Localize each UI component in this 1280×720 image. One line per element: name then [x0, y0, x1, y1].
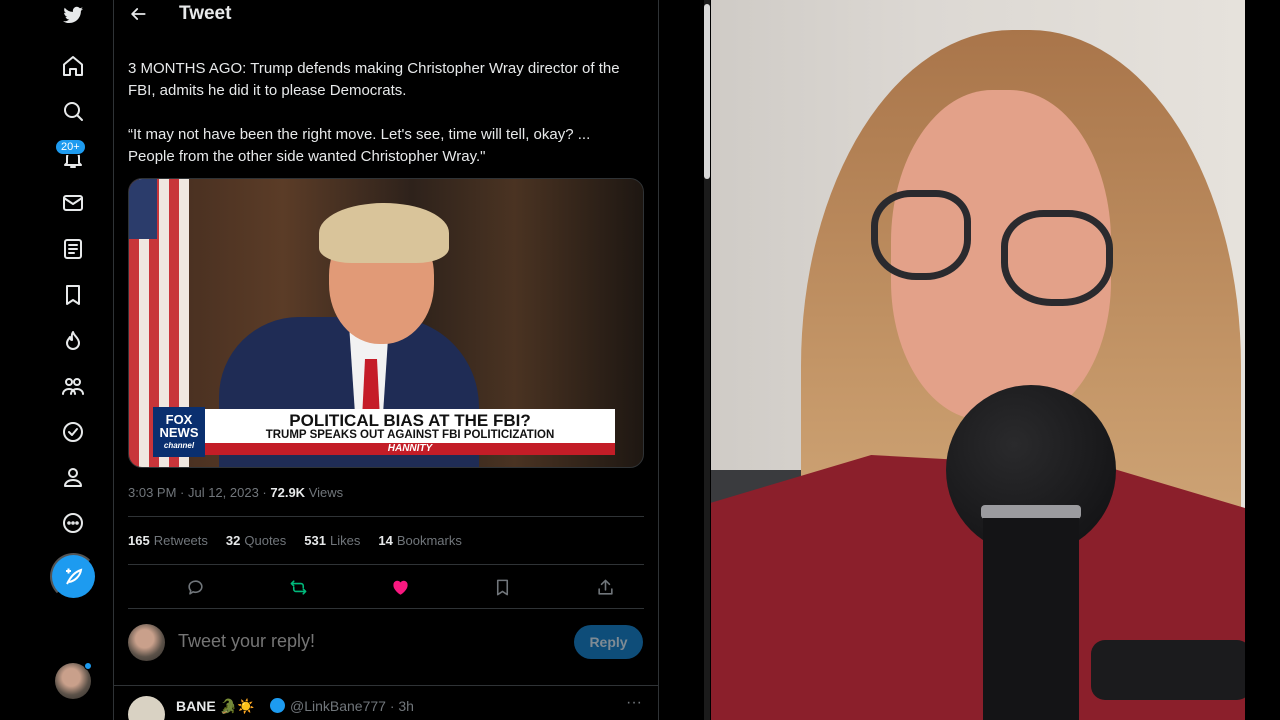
news-logo: FOX NEWS channel: [153, 407, 205, 457]
reply-author-handle: @LinkBane777 · 3h: [290, 698, 414, 714]
reply-input[interactable]: [178, 631, 558, 652]
speaker-hair: [319, 203, 449, 263]
verified-icon[interactable]: [58, 417, 88, 447]
mail-icon[interactable]: [58, 188, 88, 218]
more-circle-icon[interactable]: [58, 508, 88, 538]
tweet-text: 3 MONTHS AGO: Trump defends making Chris…: [128, 58, 638, 190]
status-dot: [84, 662, 92, 670]
engagement-stats: 165 Retweets 32 Quotes 531 Likes 14 Bookmark…: [128, 533, 462, 548]
divider: [128, 608, 644, 609]
flag-canton: [129, 179, 157, 239]
reply-author-name[interactable]: BANE 🐊☀️: [176, 698, 254, 715]
twitter-bird-icon[interactable]: [58, 0, 88, 30]
tweet-media-video[interactable]: FOX NEWS channel POLITICAL BIAS AT THE F…: [128, 178, 644, 468]
divider: [114, 685, 659, 686]
likes-stat[interactable]: 531 Likes: [304, 533, 360, 548]
tweet-paragraph-2: “It may not have been the right move. Le…: [128, 126, 591, 165]
page-header: Tweet: [114, 0, 659, 32]
like-icon[interactable]: [387, 574, 413, 600]
people-icon[interactable]: [58, 371, 88, 401]
show-name: HANNITY: [205, 443, 615, 455]
bookmark-action-icon[interactable]: [489, 574, 515, 600]
notification-badge: 20+: [55, 139, 86, 155]
tweet-paragraph-1: 3 MONTHS AGO: Trump defends making Chris…: [128, 60, 620, 99]
reply-button[interactable]: Reply: [574, 625, 643, 659]
share-icon[interactable]: [592, 574, 618, 600]
divider: [128, 564, 644, 565]
microphone-ring: [981, 505, 1081, 519]
logo-line-2: NEWS: [159, 425, 199, 440]
back-arrow-icon[interactable]: [128, 4, 152, 28]
news-lower-third: FOX NEWS channel POLITICAL BIAS AT THE F…: [153, 407, 617, 457]
reply-composer: Reply: [128, 623, 644, 663]
reply-tweet[interactable]: BANE 🐊☀️ @LinkBane777 · 3h ···: [128, 694, 644, 720]
tweet-timestamp[interactable]: 3:03 PM · Jul 12, 2023 ·: [128, 485, 267, 500]
retweets-stat[interactable]: 165 Retweets: [128, 533, 208, 548]
headline-box: POLITICAL BIAS AT THE FBI? TRUMP SPEAKS …: [205, 409, 615, 455]
microphone-arm: [1091, 640, 1245, 700]
feather-plus-icon: [65, 568, 82, 584]
page-title: Tweet: [179, 3, 232, 24]
tweet-column: Tweet 3 MONTHS AGO: Trump defends making…: [114, 0, 659, 720]
bookmarks-stat[interactable]: 14 Bookmarks: [378, 533, 462, 548]
glasses-left-lens: [871, 190, 971, 280]
headline: POLITICAL BIAS AT THE FBI?: [289, 411, 531, 430]
fire-icon[interactable]: [58, 326, 88, 356]
home-icon[interactable]: [58, 51, 88, 81]
divider: [128, 516, 644, 517]
retweet-icon[interactable]: [285, 574, 311, 600]
person-icon[interactable]: [58, 462, 88, 492]
webcam-video: [711, 0, 1245, 720]
bookmark-icon[interactable]: [58, 280, 88, 310]
sidebar-nav: 20+: [0, 0, 114, 720]
right-border: [1245, 0, 1280, 720]
more-options-icon[interactable]: ···: [626, 694, 642, 712]
glasses-right-lens: [1001, 210, 1113, 306]
tweet-meta: 3:03 PM · Jul 12, 2023 · 72.9K Views: [128, 485, 343, 500]
subheadline: TRUMP SPEAKS OUT AGAINST FBI POLITICIZAT…: [265, 429, 555, 441]
quotes-stat[interactable]: 32 Quotes: [226, 533, 286, 548]
microphone-body: [983, 518, 1079, 720]
logo-line-3: channel: [163, 441, 195, 450]
view-count: 72.9K: [270, 485, 306, 500]
search-icon[interactable]: [58, 96, 88, 126]
verified-badge-icon: [270, 698, 285, 713]
reply-avatar: [128, 624, 165, 661]
view-label: Views: [308, 485, 344, 500]
list-icon[interactable]: [58, 234, 88, 264]
reply-icon[interactable]: [182, 574, 208, 600]
scrollbar[interactable]: [704, 0, 710, 720]
reply-author-avatar[interactable]: [128, 696, 165, 720]
action-bar: [128, 574, 644, 600]
compose-tweet-button[interactable]: [50, 553, 97, 600]
scrollbar-thumb[interactable]: [704, 4, 710, 179]
